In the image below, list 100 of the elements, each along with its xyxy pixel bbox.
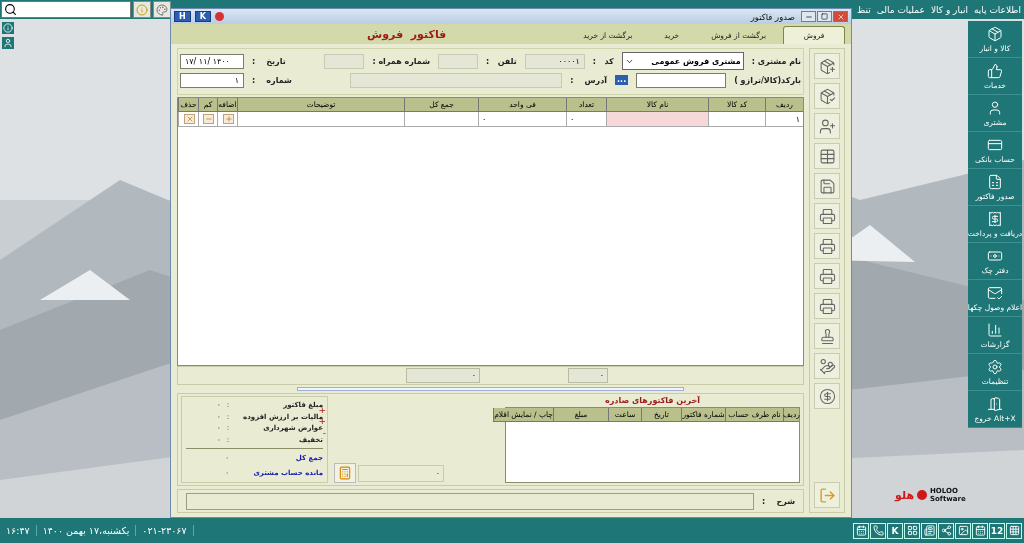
save-icon: [818, 177, 836, 195]
search-field[interactable]: [1, 1, 131, 18]
door-icon: [987, 395, 1003, 412]
tray-button[interactable]: K: [887, 522, 903, 539]
image-icon: [957, 525, 969, 536]
newspaper-icon: [923, 525, 935, 536]
description-field[interactable]: [186, 492, 755, 510]
toolbar-button[interactable]: [814, 353, 840, 379]
phone-icon: [872, 525, 884, 536]
thumbs-up-icon: [987, 62, 1003, 79]
menu-item[interactable]: اطلاعات پایه: [973, 4, 1021, 15]
maximize-icon: [821, 13, 828, 20]
number-field[interactable]: ۱: [180, 72, 244, 88]
printer-icon: [818, 237, 836, 255]
tray-button[interactable]: [972, 522, 988, 539]
tray-button[interactable]: [904, 522, 920, 539]
printer-icon: [818, 207, 836, 225]
field-label: شماره :: [252, 75, 292, 85]
toolbar-button[interactable]: [814, 263, 840, 289]
tray-button[interactable]: [1006, 522, 1022, 539]
palette-button[interactable]: [153, 1, 171, 18]
minimize-button[interactable]: [801, 11, 816, 22]
table-cell: ۱: [765, 112, 803, 127]
close-button[interactable]: [833, 11, 848, 22]
settings-icon: [987, 358, 1003, 375]
title-button[interactable]: H: [174, 11, 191, 22]
clock-text: ۱۶:۴۷: [0, 525, 37, 536]
tray-button[interactable]: [938, 522, 954, 539]
printer-icon: [818, 297, 836, 315]
toolbar-button[interactable]: [814, 83, 840, 109]
user-plus-icon: [818, 117, 836, 135]
field-label: نام مشتری :: [751, 56, 801, 66]
info-button[interactable]: [133, 1, 151, 18]
minus-icon: [204, 115, 213, 123]
field-label: تاریخ :: [252, 56, 286, 66]
grid-icon: [1008, 525, 1020, 536]
receipt-icon: [987, 210, 1003, 227]
search-icon: [4, 3, 17, 16]
field-label: کد :: [592, 56, 614, 66]
info-icon: [136, 3, 148, 16]
invoice-heading: فاکتور فروش: [367, 27, 447, 41]
box-check-icon: [818, 87, 836, 105]
calendar-icon: [974, 525, 986, 536]
code-field[interactable]: ۰۰۰۰۱: [524, 53, 585, 69]
maximize-button[interactable]: [817, 11, 832, 22]
user-button[interactable]: [2, 37, 14, 49]
person-icon: [3, 38, 13, 48]
table-cell: ۰: [566, 112, 606, 127]
toolbar-button[interactable]: [814, 323, 840, 349]
box-icon: [987, 25, 1003, 42]
field-label: شماره همراه :: [372, 56, 431, 66]
menu-item[interactable]: عملیات مالی: [876, 4, 925, 15]
table-cell: [708, 112, 765, 127]
tray-button[interactable]: [955, 522, 971, 539]
table-cell: ۰: [478, 112, 566, 127]
toolbar-button[interactable]: [814, 113, 840, 139]
toolbar-button[interactable]: [814, 383, 840, 409]
mobile-field[interactable]: [324, 53, 365, 69]
plus-icon: [224, 115, 233, 123]
box-plus-icon: [818, 57, 836, 75]
calculator-button[interactable]: [334, 463, 356, 483]
tray-button[interactable]: 12: [989, 522, 1005, 539]
printer-icon: [818, 267, 836, 285]
tray-button[interactable]: [921, 522, 937, 539]
grid-icon: [906, 525, 918, 536]
spreadsheet-icon: [987, 173, 1003, 190]
window-title: صدور فاکتور: [750, 11, 795, 22]
browse-button[interactable]: ...: [615, 75, 629, 85]
toolbar-button[interactable]: [814, 53, 840, 79]
hand-coins-icon: [818, 357, 836, 375]
title-button[interactable]: K: [194, 11, 211, 22]
toolbar-button[interactable]: [814, 173, 840, 199]
address-field[interactable]: [350, 72, 563, 88]
bar-chart-icon: [987, 321, 1003, 338]
calculator-field: ۰: [358, 464, 444, 482]
dollar-icon: [818, 387, 836, 405]
toolbar-button[interactable]: [814, 203, 840, 229]
field-label: شرح :: [762, 496, 795, 506]
exit-icon: [818, 486, 836, 504]
toolbar-button[interactable]: [814, 293, 840, 319]
table-cell[interactable]: [606, 112, 708, 127]
recent-invoices-title: آخرین فاکتورهای صادره: [604, 396, 701, 407]
menu-item[interactable]: تنظ: [856, 4, 871, 15]
calendar-icon: [855, 525, 867, 536]
sign-mark: -: [322, 429, 326, 439]
palette-icon: [156, 3, 168, 16]
customer-select[interactable]: مشتری فروش عمومی: [621, 52, 744, 70]
tray-button[interactable]: [853, 522, 869, 539]
tray-button[interactable]: [870, 522, 886, 539]
field-label: تلفن :: [486, 56, 517, 66]
field-label: بارکد(کالا/ترازو ): [734, 75, 801, 85]
share-icon: [940, 525, 952, 536]
menu-item[interactable]: انبار و کالا: [930, 4, 968, 15]
barcode-field[interactable]: [636, 72, 727, 88]
calculator-icon: [338, 466, 352, 480]
toolbar-button[interactable]: [814, 233, 840, 259]
phone-field[interactable]: [438, 53, 479, 69]
person-icon: [987, 99, 1003, 116]
toolbar-button[interactable]: [814, 143, 840, 169]
date-field[interactable]: ۱۷/ ۱۱/ ۱۴۰۰: [180, 53, 244, 69]
